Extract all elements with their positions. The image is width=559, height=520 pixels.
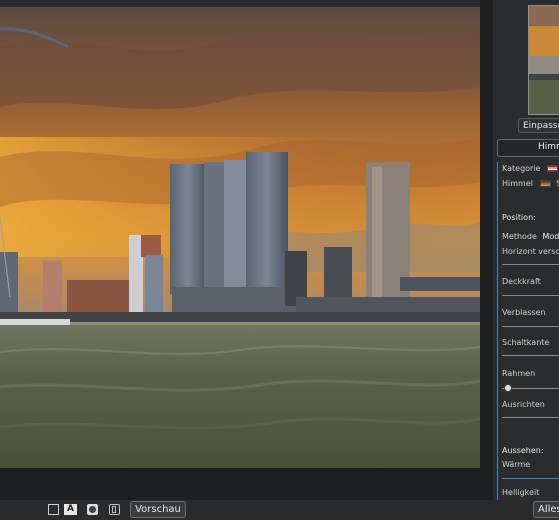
horizon-shift-slider[interactable] (502, 264, 559, 265)
text-a-icon[interactable]: A (64, 504, 77, 515)
align-label: Ausrichten (502, 400, 545, 409)
tab-sky[interactable]: Himm (497, 139, 559, 157)
method-label: Methode (502, 232, 537, 241)
warmth-label: Wärme (502, 460, 531, 469)
edge-slider[interactable] (502, 355, 559, 356)
compare-icon[interactable] (109, 504, 120, 515)
edge-label: Schaltkante (502, 338, 550, 347)
photo-skyline-scene (0, 7, 480, 468)
bottom-toolbar (0, 500, 559, 520)
square-icon[interactable] (48, 504, 59, 515)
method-row[interactable]: Methode Mode (502, 232, 559, 241)
edited-photo[interactable] (0, 7, 480, 468)
tab-sky-label: Himm (538, 142, 559, 152)
sky-preset-swatch-icon (539, 180, 551, 187)
all-button[interactable]: Alles (533, 501, 559, 518)
position-heading: Position: (502, 213, 536, 222)
sky-label: Himmel (502, 179, 533, 188)
category-label: Kategorie (502, 164, 541, 173)
frame-slider-knob[interactable] (504, 384, 512, 392)
sky-replacement-panel: Einpassen Himm Kategorie Himmel Se Posit… (493, 0, 559, 500)
frame-label: Rahmen (502, 369, 536, 378)
us-flag-icon (547, 165, 559, 172)
warmth-slider[interactable] (502, 478, 559, 479)
image-canvas[interactable] (0, 0, 480, 468)
brightness-label: Helligkeit (502, 488, 540, 497)
method-value: Mode (542, 232, 559, 241)
sky-settings-list: Kategorie Himmel Se Position: Methode Mo… (497, 162, 559, 500)
navigator-thumbnail[interactable] (528, 5, 559, 115)
align-slider[interactable] (502, 417, 559, 418)
opacity-slider[interactable] (502, 295, 559, 296)
category-row[interactable]: Kategorie (502, 164, 559, 173)
fit-zoom-dropdown[interactable]: Einpassen (518, 118, 559, 133)
appearance-heading: Aussehen: (502, 446, 544, 455)
fade-slider[interactable] (502, 326, 559, 327)
sky-row[interactable]: Himmel Se (502, 179, 559, 188)
fade-label: Verblassen (502, 308, 546, 317)
preview-button[interactable]: Vorschau (130, 501, 186, 518)
horizon-shift-label: Horizont versch (502, 247, 559, 256)
opacity-label: Deckkraft (502, 277, 541, 286)
circle-mask-icon[interactable] (87, 504, 98, 515)
